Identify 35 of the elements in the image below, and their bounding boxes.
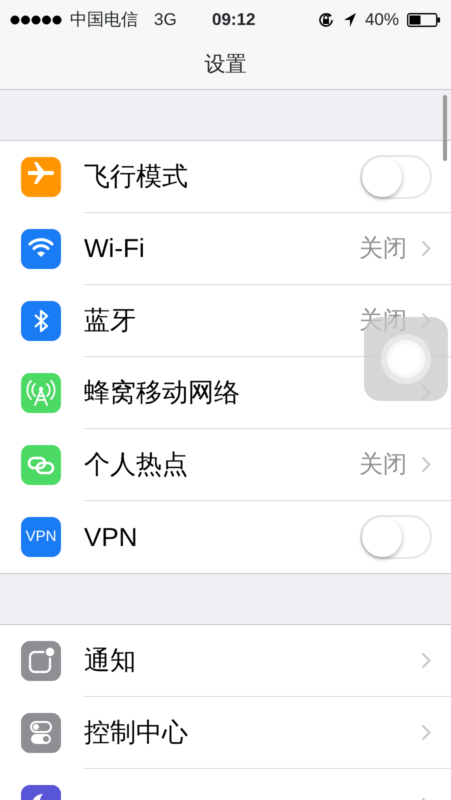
chevron-icon [421, 240, 431, 257]
circle-icon [380, 333, 432, 385]
row-label: VPN [84, 520, 138, 554]
page-title: 设置 [204, 52, 246, 78]
row-label: 控制中心 [84, 716, 188, 749]
rotation-lock-icon [316, 11, 335, 29]
carrier-name: 中国电信 [70, 9, 138, 32]
settings-row[interactable]: Wi-Fi 关闭 [0, 213, 451, 285]
chevron-icon [421, 724, 431, 741]
chevron-icon [421, 652, 431, 669]
settings-row[interactable]: 飞行模式 [0, 141, 451, 213]
row-label: 个人热点 [84, 448, 188, 481]
row-label: 蓝牙 [84, 304, 136, 337]
vpn-icon: VPN [21, 517, 61, 557]
battery-icon [407, 13, 441, 27]
row-value: 关闭 [359, 234, 407, 264]
settings-row[interactable]: 控制中心 [0, 697, 451, 769]
row-label: 蜂窝移动网络 [84, 376, 240, 409]
scroll-indicator [443, 95, 447, 161]
network-type: 3G [154, 9, 177, 32]
settings-row[interactable]: VPN VPN [0, 501, 451, 573]
toggle-switch[interactable] [360, 515, 432, 559]
row-label: 飞行模式 [84, 160, 188, 193]
chevron-icon [421, 456, 431, 473]
signal-icon [10, 15, 62, 25]
location-arrow-icon [342, 12, 357, 28]
battery-percent: 40% [364, 9, 399, 32]
row-label: 通知 [84, 644, 136, 677]
settings-row[interactable]: 通知 [0, 625, 451, 697]
toggle-switch[interactable] [360, 154, 432, 198]
clock-time: 09:12 [212, 9, 256, 32]
row-value: 关闭 [359, 450, 407, 480]
row-label: Wi-Fi [84, 232, 145, 265]
row-value: 关闭 [359, 306, 407, 336]
settings-row[interactable]: 个人热点 关闭 [0, 429, 451, 501]
